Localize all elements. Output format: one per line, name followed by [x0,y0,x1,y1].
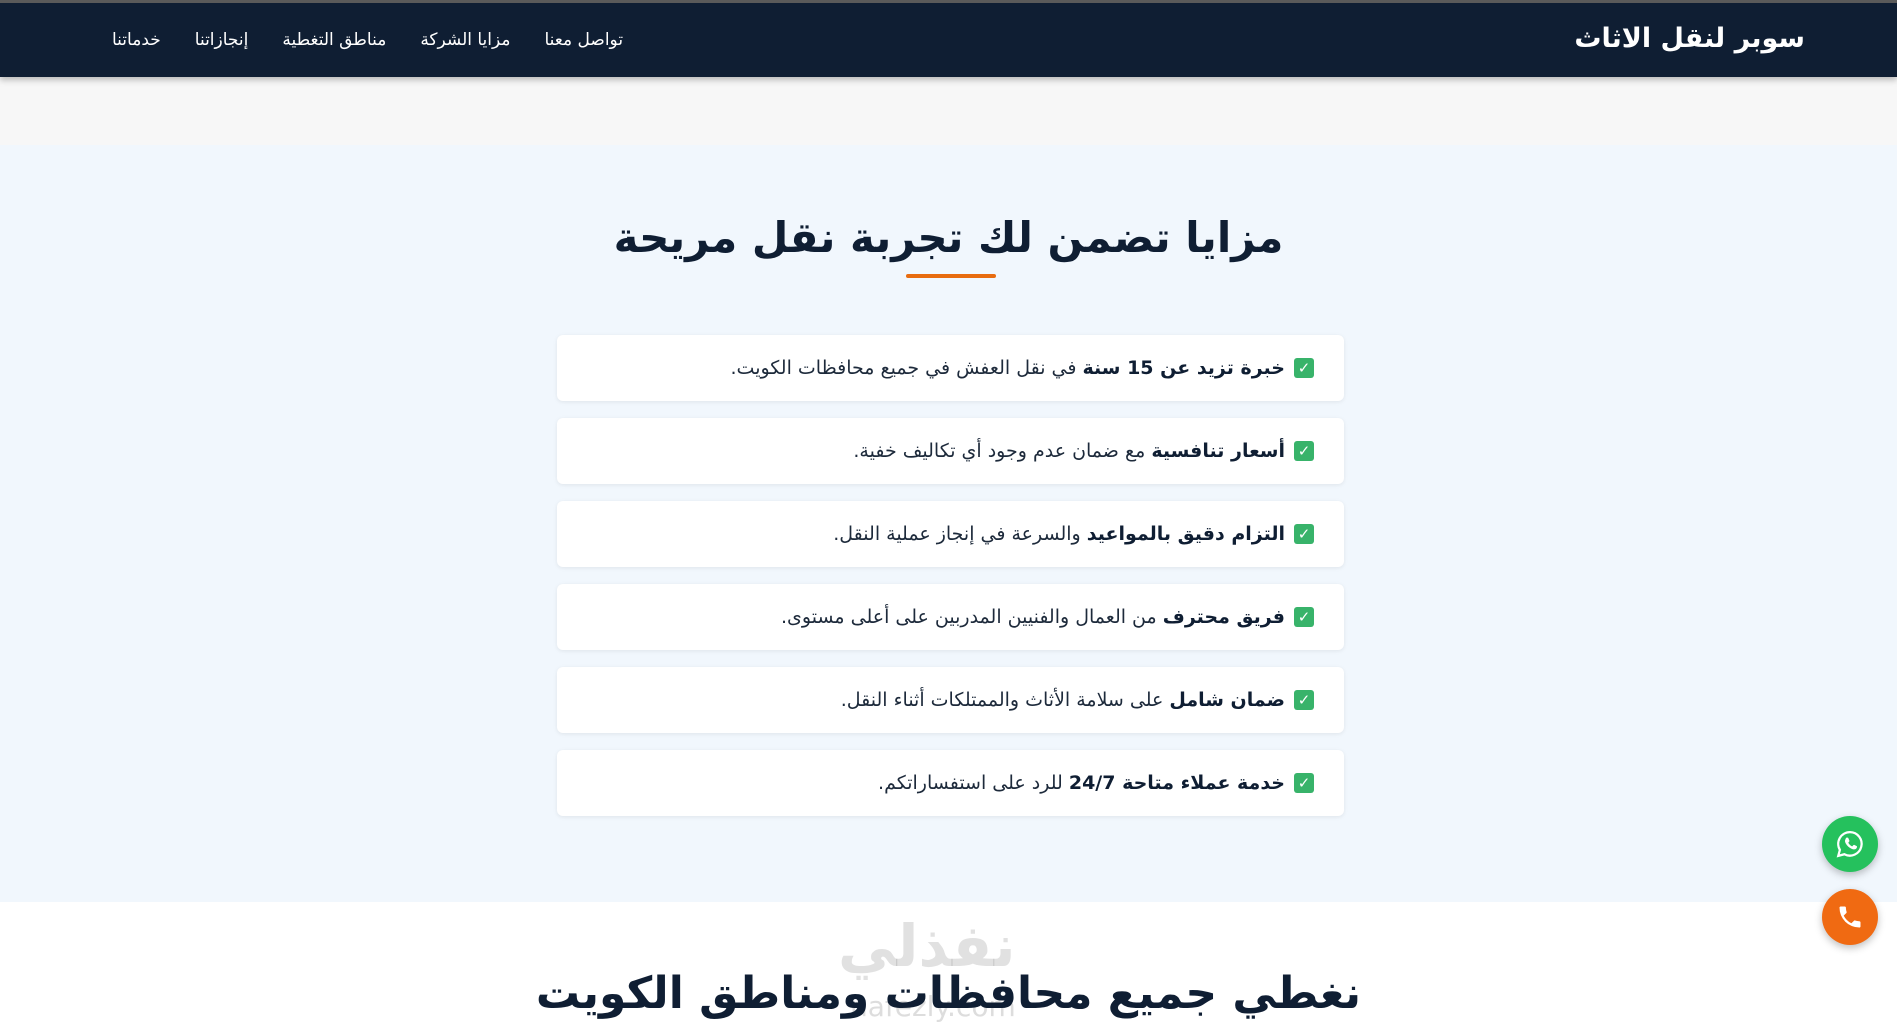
brand-logo-text[interactable]: سوبر لنقل الاثاث [1574,23,1805,54]
nav-link-company-features[interactable]: مزايا الشركة [420,30,510,50]
site-header: سوبر لنقل الاثاث خدماتنا إنجازاتنا مناطق… [0,0,1897,77]
feature-highlight: فريق محترف [1162,606,1285,628]
nav-link-contact[interactable]: تواصل معنا [545,30,624,50]
check-box-icon: ✓ [1294,607,1314,627]
check-box-icon: ✓ [1294,441,1314,461]
whatsapp-button[interactable] [1822,816,1878,872]
call-button[interactable] [1822,889,1878,945]
feature-text: خدمة عملاء متاحة 24/7 للرد على استفسارات… [878,772,1285,794]
nav-link-coverage-areas[interactable]: مناطق التغطية [282,30,386,50]
feature-highlight: ضمان شامل [1169,689,1285,711]
check-box-icon: ✓ [1294,773,1314,793]
title-underline [906,274,996,278]
features-title: مزايا تضمن لك تجربة نقل مريحة [613,213,1284,262]
feature-card: ✓ فريق محترف من العمال والفنيين المدربين… [557,584,1344,650]
feature-text: ضمان شامل على سلامة الأثاث والممتلكات أث… [841,689,1285,711]
feature-highlight: خدمة عملاء متاحة 24/7 [1068,772,1285,794]
nav-link-achievements[interactable]: إنجازاتنا [195,30,249,50]
feature-card: ✓ خدمة عملاء متاحة 24/7 للرد على استفسار… [557,750,1344,816]
feature-card: ✓ ضمان شامل على سلامة الأثاث والممتلكات … [557,667,1344,733]
feature-highlight: أسعار تنافسية [1151,440,1285,462]
feature-highlight: خبرة تزيد عن 15 سنة [1082,357,1285,379]
features-section: مزايا تضمن لك تجربة نقل مريحة ✓ خبرة تزي… [0,145,1897,902]
whatsapp-icon [1836,830,1863,858]
feature-text: أسعار تنافسية مع ضمان عدم وجود أي تكاليف… [853,440,1285,462]
feature-detail: على سلامة الأثاث والممتلكات أثناء النقل. [840,689,1170,711]
feature-card: ✓ التزام دقيق بالمواعيد والسرعة في إنجاز… [557,501,1344,567]
feature-text: التزام دقيق بالمواعيد والسرعة في إنجاز ع… [833,523,1285,545]
nav-link-services[interactable]: خدماتنا [112,30,161,50]
check-box-icon: ✓ [1294,358,1314,378]
feature-card: ✓ أسعار تنافسية مع ضمان عدم وجود أي تكال… [557,418,1344,484]
main-nav: خدماتنا إنجازاتنا مناطق التغطية مزايا ال… [112,30,623,50]
feature-detail: والسرعة في إنجاز عملية النقل. [833,523,1087,545]
feature-detail: للرد على استفساراتكم. [878,772,1069,794]
check-box-icon: ✓ [1294,690,1314,710]
feature-detail: من العمال والفنيين المدربين على أعلى مست… [781,606,1163,628]
feature-text: فريق محترف من العمال والفنيين المدربين ع… [781,606,1285,628]
feature-highlight: التزام دقيق بالمواعيد [1086,523,1285,545]
feature-detail: في نقل العفش في جميع محافظات الكويت. [730,357,1083,379]
coverage-title: نغطي جميع محافظات ومناطق الكويت [535,968,1362,1019]
spacer-band [0,77,1897,145]
feature-card: ✓ خبرة تزيد عن 15 سنة في نقل العفش في جم… [557,335,1344,401]
phone-icon [1839,906,1861,928]
check-box-icon: ✓ [1294,524,1314,544]
feature-text: خبرة تزيد عن 15 سنة في نقل العفش في جميع… [731,357,1286,379]
feature-detail: مع ضمان عدم وجود أي تكاليف خفية. [853,440,1152,462]
